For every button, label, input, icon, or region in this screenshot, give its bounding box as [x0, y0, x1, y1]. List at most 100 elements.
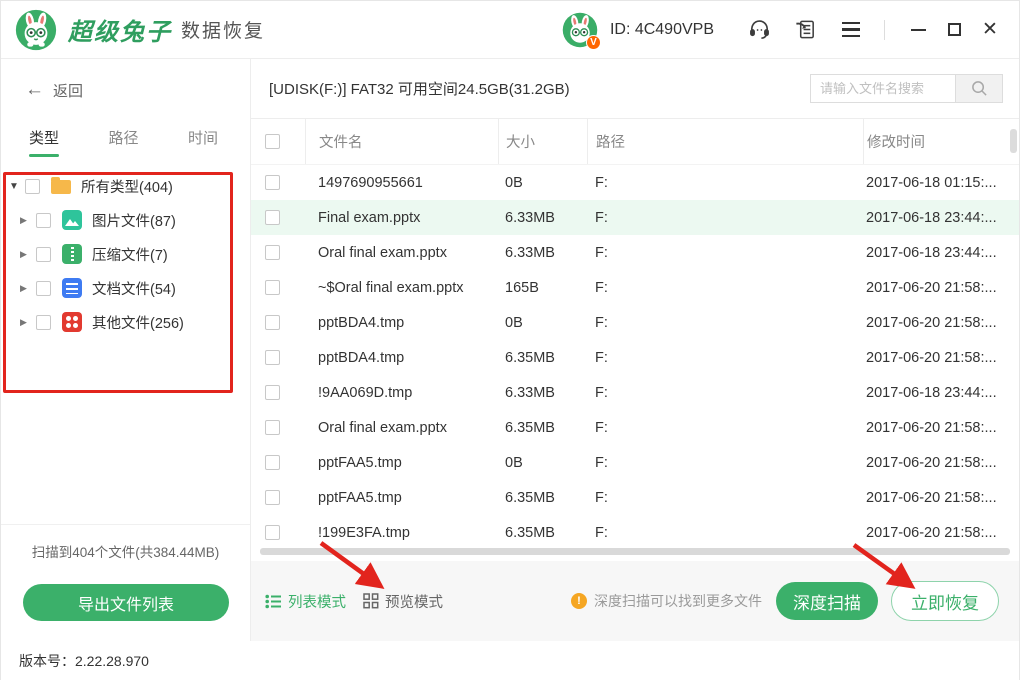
drive-info: [UDISK(F:)] FAT32 可用空间24.5GB(31.2GB) — [269, 78, 570, 99]
table-row[interactable]: Oral final exam.pptx 6.35MB F: 2017-06-2… — [251, 410, 1019, 445]
vertical-scrollbar[interactable] — [1010, 129, 1017, 153]
filter-tab[interactable]: 类型 — [29, 127, 59, 157]
column-header-path[interactable]: 路径 — [587, 119, 863, 164]
recover-now-button[interactable]: 立即恢复 — [891, 581, 999, 621]
table-row[interactable]: pptFAA5.tmp 0B F: 2017-06-20 21:58:... — [251, 445, 1019, 480]
feedback-icon[interactable] — [793, 18, 817, 42]
titlebar: 超级兔子 数据恢复 V ID: 4C490VPB — [1, 1, 1019, 59]
filter-tab[interactable]: 路径 — [108, 127, 138, 157]
close-button[interactable]: ✕ — [977, 17, 1003, 43]
column-header-size[interactable]: 大小 — [498, 119, 587, 164]
tree-item-label: 图片文件(87) — [92, 210, 176, 231]
tree-item-checkbox[interactable] — [36, 247, 51, 262]
row-checkbox[interactable] — [265, 315, 280, 330]
maximize-button[interactable] — [941, 17, 967, 43]
cell-modified-time: 2017-06-20 21:58:... — [863, 315, 1019, 331]
app-body: ← 返回 类型 路径 时间 ▼ 所有类型(404) ▶ 图片文件(87) ▶ 压缩文… — [1, 59, 1019, 641]
table-row[interactable]: Oral final exam.pptx 6.33MB F: 2017-06-1… — [251, 235, 1019, 270]
customer-service-icon[interactable] — [747, 18, 771, 42]
file-table: 1497690955661 0B F: 2017-06-18 01:15:...… — [251, 165, 1019, 561]
select-all-checkbox[interactable] — [265, 134, 280, 149]
row-checkbox[interactable] — [265, 455, 280, 470]
cell-modified-time: 2017-06-20 21:58:... — [863, 280, 1019, 296]
tree-item[interactable]: ▶ 压缩文件(7) — [1, 237, 250, 271]
row-checkbox[interactable] — [265, 385, 280, 400]
cell-file-path: F: — [587, 455, 863, 471]
main-panel: [UDISK(F:)] FAT32 可用空间24.5GB(31.2GB) 文件名… — [251, 59, 1019, 641]
expand-arrow-icon[interactable]: ▶ — [20, 283, 36, 294]
table-row[interactable]: pptFAA5.tmp 6.35MB F: 2017-06-20 21:58:.… — [251, 480, 1019, 515]
cell-file-size: 6.33MB — [498, 385, 587, 401]
filter-tab[interactable]: 时间 — [188, 127, 218, 157]
table-row[interactable]: pptBDA4.tmp 6.35MB F: 2017-06-20 21:58:.… — [251, 340, 1019, 375]
row-checkbox[interactable] — [265, 175, 280, 190]
cell-file-name: pptBDA4.tmp — [305, 350, 498, 366]
row-checkbox[interactable] — [265, 280, 280, 295]
tree-item[interactable]: ▶ 文档文件(54) — [1, 271, 250, 305]
tree-item-label: 其他文件(256) — [92, 312, 184, 333]
avatar[interactable]: V — [562, 12, 598, 48]
preview-mode-icon — [363, 593, 379, 609]
search-button[interactable] — [955, 74, 1003, 103]
tree-item-checkbox[interactable] — [36, 281, 51, 296]
column-header-name[interactable]: 文件名 — [305, 119, 498, 164]
product-name: 数据恢复 — [181, 16, 265, 43]
tree-item[interactable]: ▶ 其他文件(256) — [1, 305, 250, 339]
preview-mode-toggle[interactable]: 预览模式 — [363, 591, 443, 612]
cell-modified-time: 2017-06-20 21:58:... — [863, 350, 1019, 366]
expand-arrow-icon[interactable]: ▼ — [9, 181, 25, 192]
tree-item-checkbox[interactable] — [36, 213, 51, 228]
tree-item-checkbox[interactable] — [36, 315, 51, 330]
file-type-icon — [62, 278, 82, 298]
search-input[interactable] — [810, 74, 955, 103]
tab-label: 类型 — [29, 130, 59, 147]
tree-item[interactable]: ▼ 所有类型(404) — [1, 169, 250, 203]
row-checkbox[interactable] — [265, 420, 280, 435]
preview-mode-label: 预览模式 — [385, 591, 443, 612]
cell-file-name: Oral final exam.pptx — [305, 420, 498, 436]
file-type-icon — [62, 312, 82, 332]
table-row[interactable]: Final exam.pptx 6.33MB F: 2017-06-18 23:… — [251, 200, 1019, 235]
back-label: 返回 — [53, 80, 83, 101]
sidebar: ← 返回 类型 路径 时间 ▼ 所有类型(404) ▶ 图片文件(87) ▶ 压缩文… — [1, 59, 251, 641]
tree-item-checkbox[interactable] — [25, 179, 40, 194]
file-type-tree: ▼ 所有类型(404) ▶ 图片文件(87) ▶ 压缩文件(7) ▶ 文档文件(… — [1, 169, 250, 339]
warning-icon: ! — [571, 593, 587, 609]
back-button[interactable]: ← 返回 — [25, 79, 95, 101]
list-mode-toggle[interactable]: 列表模式 — [265, 591, 346, 612]
tree-item[interactable]: ▶ 图片文件(87) — [1, 203, 250, 237]
row-checkbox[interactable] — [265, 350, 280, 365]
cell-file-path: F: — [587, 175, 863, 191]
cell-file-size: 0B — [498, 455, 587, 471]
table-row[interactable]: ~$Oral final exam.pptx 165B F: 2017-06-2… — [251, 270, 1019, 305]
cell-file-path: F: — [587, 385, 863, 401]
expand-arrow-icon[interactable]: ▶ — [20, 215, 36, 226]
expand-arrow-icon[interactable]: ▶ — [20, 249, 36, 260]
version-label: 版本号：2.22.28.970 — [19, 651, 149, 671]
row-checkbox[interactable] — [265, 210, 280, 225]
row-checkbox[interactable] — [265, 525, 280, 540]
minimize-button[interactable] — [905, 17, 931, 43]
cell-modified-time: 2017-06-20 21:58:... — [863, 525, 1019, 541]
footer-bar: 列表模式 预览模式 ! 深度扫描可以找到更多文件 深度扫描 立即恢复 — [251, 561, 1019, 641]
cell-file-size: 0B — [498, 315, 587, 331]
table-row[interactable]: !9AA069D.tmp 6.33MB F: 2017-06-18 23:44:… — [251, 375, 1019, 410]
table-row[interactable]: 1497690955661 0B F: 2017-06-18 01:15:... — [251, 165, 1019, 200]
expand-arrow-icon[interactable]: ▶ — [20, 317, 36, 328]
cell-file-name: pptFAA5.tmp — [305, 455, 498, 471]
column-header-time[interactable]: 修改时间 — [863, 119, 1019, 164]
cell-file-size: 6.35MB — [498, 420, 587, 436]
row-checkbox[interactable] — [265, 245, 280, 260]
statusbar: 版本号：2.22.28.970 — [1, 641, 1019, 680]
cell-modified-time: 2017-06-18 23:44:... — [863, 385, 1019, 401]
menu-icon[interactable] — [839, 18, 863, 42]
table-row[interactable]: !199E3FA.tmp 6.35MB F: 2017-06-20 21:58:… — [251, 515, 1019, 550]
horizontal-scrollbar[interactable] — [260, 548, 1010, 555]
drive-info-row: [UDISK(F:)] FAT32 可用空间24.5GB(31.2GB) — [251, 59, 1019, 118]
table-row[interactable]: pptBDA4.tmp 0B F: 2017-06-20 21:58:... — [251, 305, 1019, 340]
deep-scan-button[interactable]: 深度扫描 — [776, 582, 878, 620]
cell-file-path: F: — [587, 315, 863, 331]
export-file-list-button[interactable]: 导出文件列表 — [23, 584, 229, 621]
cell-file-path: F: — [587, 525, 863, 541]
row-checkbox[interactable] — [265, 490, 280, 505]
